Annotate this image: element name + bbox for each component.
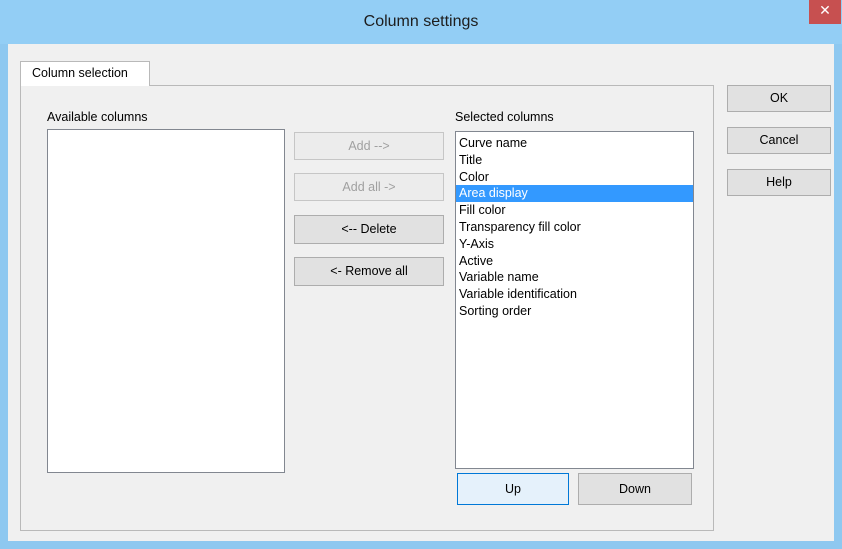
list-item[interactable]: Transparency fill color — [456, 219, 693, 236]
tab-label: Column selection — [32, 66, 128, 80]
ok-button[interactable]: OK — [727, 85, 831, 112]
help-button[interactable]: Help — [727, 169, 831, 196]
selected-columns-list[interactable]: Curve name Title Color Area display Fill col… — [455, 131, 694, 469]
list-item[interactable]: Fill color — [456, 202, 693, 219]
selected-columns-label: Selected columns — [455, 110, 554, 124]
list-item[interactable]: Area display — [456, 185, 693, 203]
title-bar[interactable]: Column settings ✕ — [0, 0, 842, 44]
add-all-button[interactable]: Add all -> — [294, 173, 444, 201]
add-button[interactable]: Add --> — [294, 132, 444, 160]
list-item[interactable]: Color — [456, 169, 693, 186]
list-item[interactable]: Variable identification — [456, 286, 693, 303]
available-columns-list[interactable] — [47, 129, 285, 473]
down-button[interactable]: Down — [578, 473, 692, 505]
delete-button[interactable]: <-- Delete — [294, 215, 444, 244]
up-button[interactable]: Up — [457, 473, 569, 505]
available-columns-label: Available columns — [47, 110, 148, 124]
close-button[interactable]: ✕ — [809, 0, 841, 24]
selected-items-container: Curve name Title Color Area display Fill col… — [456, 135, 693, 320]
list-item[interactable]: Title — [456, 152, 693, 169]
dialog-window: Column settings ✕ Column selection Avail… — [0, 0, 842, 549]
list-item[interactable]: Sorting order — [456, 303, 693, 320]
cancel-button[interactable]: Cancel — [727, 127, 831, 154]
tab-column-selection[interactable]: Column selection — [20, 61, 150, 86]
list-item[interactable]: Active — [456, 253, 693, 270]
close-icon: ✕ — [819, 3, 831, 19]
list-item[interactable]: Curve name — [456, 135, 693, 152]
list-item[interactable]: Variable name — [456, 269, 693, 286]
window-title: Column settings — [363, 13, 479, 30]
list-item[interactable]: Y-Axis — [456, 236, 693, 253]
remove-all-button[interactable]: <- Remove all — [294, 257, 444, 286]
